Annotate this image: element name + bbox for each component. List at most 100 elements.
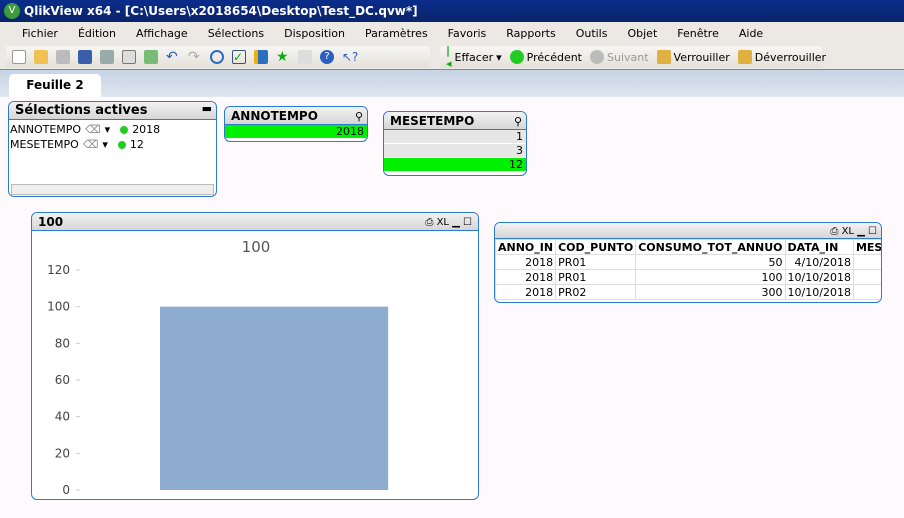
selection-field: MESETEMPO [10, 138, 79, 151]
column-header[interactable]: MESE_IN [852, 239, 881, 255]
print-icon[interactable] [100, 50, 114, 64]
eraser-icon[interactable]: ⌫ [83, 138, 99, 151]
table-cell[interactable]: 10/10/2018 [784, 269, 854, 285]
selection-field: ANNOTEMPO [10, 123, 82, 136]
menu-item[interactable]: Fichier [22, 27, 58, 40]
menu-item[interactable]: Édition [78, 27, 116, 40]
reload-icon[interactable] [56, 50, 70, 64]
export-excel-icon[interactable]: XL [842, 226, 854, 237]
context-help-icon[interactable]: ↖? [342, 50, 358, 64]
menu-item[interactable]: Sélections [208, 27, 264, 40]
menu-item[interactable]: Outils [576, 27, 608, 40]
listbox-caption: ANNOTEMPO ⚲ [225, 107, 367, 125]
undo-icon[interactable]: ↶ [166, 50, 180, 64]
new-icon[interactable] [12, 50, 26, 64]
menu-item[interactable]: Disposition [284, 27, 345, 40]
table-cell[interactable]: 3 [852, 254, 881, 270]
menu-item[interactable]: Favoris [448, 27, 487, 40]
menu-item[interactable]: Affichage [136, 27, 188, 40]
current-selections-box: Sélections actives ▬ ANNOTEMPO ⌫ ▾ 2018 MESET… [8, 101, 217, 197]
toolbar: ↶ ↷ ✓ ★ ? ↖? |◂ Effacer ▾ Précédent Suiva… [0, 44, 904, 70]
reload-data-icon[interactable] [144, 50, 158, 64]
back-icon [509, 50, 524, 64]
new-chart-icon[interactable] [254, 50, 268, 64]
table-cell[interactable]: PR01 [555, 254, 637, 270]
selection-row: ANNOTEMPO ⌫ ▾ 2018 [10, 122, 215, 137]
menu-item[interactable]: Paramètres [365, 27, 428, 40]
y-tick-label: 120 [47, 263, 70, 277]
help-icon[interactable]: ? [320, 50, 334, 64]
eraser-icon[interactable]: ⌫ [85, 123, 101, 136]
dropdown-icon[interactable]: ▾ [102, 138, 108, 151]
list-item[interactable]: 1 [384, 130, 526, 144]
table-cell[interactable]: 2018 [495, 284, 557, 300]
unlock-button[interactable]: Déverrouiller [737, 50, 826, 64]
edit-object-icon[interactable] [298, 50, 312, 64]
chart-plot: 100 0 20 40 60 80 100 120 [47, 238, 389, 497]
chart-title: 100 [242, 238, 271, 256]
back-button[interactable]: Précédent [509, 50, 582, 64]
unlock-icon [737, 50, 752, 64]
table-window-controls[interactable]: ⎙ XL ▁ ☐ [830, 223, 877, 241]
table-row: 2018PR01504/10/20183 [495, 254, 881, 270]
table-cell[interactable]: 2018 [495, 254, 557, 270]
table-cell[interactable]: PR01 [555, 269, 637, 285]
y-tick-label: 20 [55, 446, 70, 460]
column-header[interactable]: COD_PUNTO [555, 239, 637, 255]
column-header[interactable]: CONSUMO_TOT_ANNUO [635, 239, 786, 255]
save-icon[interactable] [78, 50, 92, 64]
menu-item[interactable]: Objet [627, 27, 657, 40]
table-cell[interactable]: 100 [635, 269, 786, 285]
data-table: ANNO_IN COD_PUNTO CONSUMO_TOT_ANNUO DATA_IN… [495, 239, 881, 300]
clear-button[interactable]: |◂ Effacer ▾ [446, 44, 502, 70]
column-header[interactable]: DATA_IN [784, 239, 854, 255]
search-icon[interactable]: ⚲ [355, 108, 363, 126]
horizontal-scrollbar[interactable] [11, 184, 214, 195]
favorites-star-icon[interactable]: ★ [276, 50, 290, 64]
bar [160, 306, 389, 490]
list-item[interactable]: 12 [384, 158, 526, 172]
table-cell[interactable]: 50 [635, 254, 786, 270]
column-header[interactable]: ANNO_IN [495, 239, 557, 255]
tab-feuille-2[interactable]: Feuille 2 [9, 74, 101, 97]
table-cell[interactable]: 1 [852, 284, 881, 300]
listbox-mesetempo: MESETEMPO ⚲ 1 3 12 [383, 111, 527, 176]
y-tick-label: 40 [55, 410, 70, 424]
listbox-caption: MESETEMPO ⚲ [384, 112, 526, 130]
table-cell[interactable]: 4/10/2018 [784, 254, 854, 270]
menu-item[interactable]: Rapports [506, 27, 555, 40]
selection-value: 12 [129, 138, 144, 151]
table-cell[interactable]: 300 [635, 284, 786, 300]
minimize-icon[interactable]: ▬ [202, 102, 212, 118]
table-cell[interactable]: 10/10/2018 [784, 284, 854, 300]
table-cell[interactable]: 12 [852, 269, 881, 285]
status-dot-icon [117, 140, 126, 149]
list-item[interactable]: 3 [384, 144, 526, 158]
search-icon[interactable] [210, 50, 224, 64]
export-excel-icon[interactable]: XL [437, 217, 449, 228]
edit-script-icon[interactable] [122, 50, 136, 64]
lock-button[interactable]: Verrouiller [656, 50, 730, 64]
y-tick-label: 60 [55, 373, 70, 387]
menu-item[interactable]: Aide [739, 27, 763, 40]
redo-icon[interactable]: ↷ [188, 50, 202, 64]
table-row: 2018PR0230010/10/20181 [495, 284, 881, 300]
table-cell[interactable]: PR02 [555, 284, 637, 300]
status-dot-icon [120, 125, 129, 134]
open-icon[interactable] [34, 50, 48, 64]
search-icon[interactable]: ⚲ [514, 113, 522, 131]
table-row: 2018PR0110010/10/201812 [495, 269, 881, 285]
table-box: ⎙ XL ▁ ☐ ANNO_IN COD_PUNTO CONSUMO_TOT_ANN… [494, 222, 882, 303]
dropdown-icon[interactable]: ▾ [105, 123, 111, 136]
lock-icon [656, 50, 671, 64]
clear-icon: |◂ [446, 44, 452, 70]
menu-item[interactable]: Fenêtre [677, 27, 719, 40]
menu-bar: Fichier Édition Affichage Sélections Disposi… [0, 22, 904, 44]
chart-caption: 100 ⎙ XL ▁ ☐ [32, 213, 478, 231]
chart-window-controls[interactable]: ⎙ XL ▁ ☐ [425, 214, 472, 232]
selections-icon[interactable]: ✓ [232, 50, 246, 64]
y-tick-label: 100 [47, 300, 70, 314]
list-item[interactable]: 2018 [225, 125, 367, 139]
forward-button[interactable]: Suivant [590, 50, 649, 64]
table-cell[interactable]: 2018 [495, 269, 557, 285]
